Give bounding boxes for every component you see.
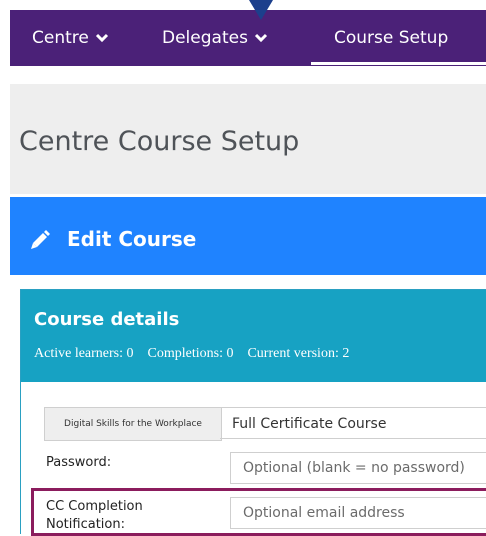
nav-course-setup[interactable]: Course Setup xyxy=(334,28,448,48)
active-tab-indicator xyxy=(311,62,486,65)
chevron-down-icon xyxy=(95,33,108,43)
active-learners-stat: Active learners: 0 xyxy=(34,346,134,361)
course-details-header xyxy=(21,290,486,382)
pointer-arrow-icon xyxy=(249,0,273,20)
current-version-stat: Current version: 2 xyxy=(247,346,350,361)
customisation-name-field[interactable]: Full Certificate Course xyxy=(220,407,486,439)
course-stats: Active learners: 0 Completions: 0 Current … xyxy=(34,346,363,362)
pencil-icon xyxy=(31,230,50,249)
password-input[interactable]: Optional (blank = no password) xyxy=(230,452,486,484)
nav-course-setup-label: Course Setup xyxy=(334,28,449,48)
course-details-title: Course details xyxy=(34,309,180,330)
cc-email-input[interactable]: Optional email address xyxy=(230,497,486,529)
edit-course-title: Edit Course xyxy=(67,227,197,251)
cc-completion-label-line2: Notification: xyxy=(46,517,125,532)
cc-completion-label-line1: CC Completion xyxy=(46,499,143,514)
completions-stat: Completions: 0 xyxy=(147,346,234,361)
nav-delegates-label: Delegates xyxy=(162,28,248,48)
chevron-down-icon xyxy=(254,33,267,43)
password-label: Password: xyxy=(46,455,112,470)
cc-completion-label: CC Completion Notification: xyxy=(46,498,143,534)
nav-centre[interactable]: Centre xyxy=(32,28,109,48)
nav-delegates[interactable]: Delegates xyxy=(162,28,268,48)
nav-centre-label: Centre xyxy=(32,28,89,48)
application-name-addon: Digital Skills for the Workplace xyxy=(44,407,222,441)
course-name-group: Digital Skills for the Workplace Full Ce… xyxy=(44,407,486,441)
page-title: Centre Course Setup xyxy=(19,126,300,157)
